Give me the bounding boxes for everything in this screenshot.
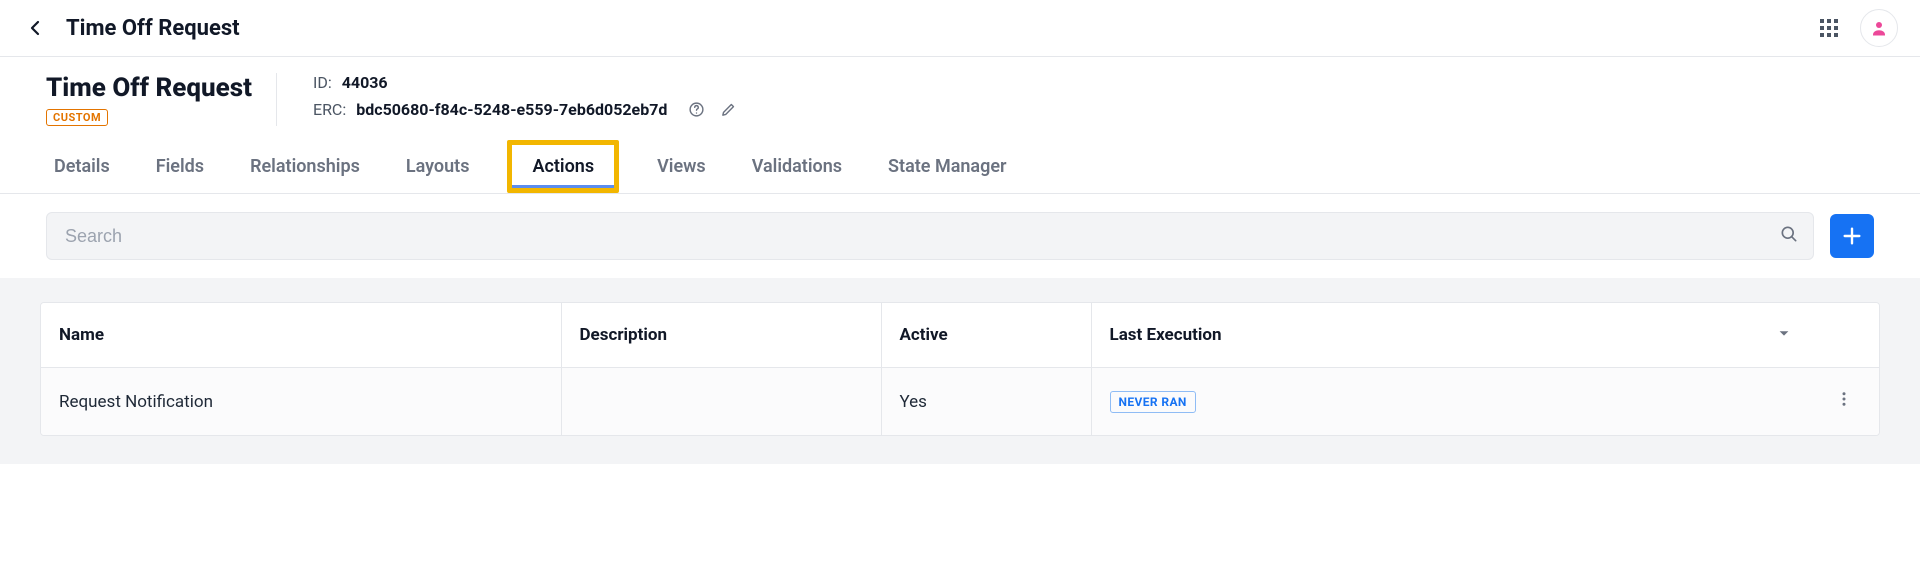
add-button[interactable] (1830, 214, 1874, 258)
meta-erc-row: ERC: bdc50680-f84c-5248-e559-7eb6d052eb7… (313, 100, 737, 119)
content-area: Name Description Active Last Execution (0, 278, 1920, 464)
search-icon (1779, 224, 1799, 248)
user-avatar[interactable] (1860, 9, 1898, 47)
pencil-icon (720, 101, 737, 118)
grid-icon (1819, 18, 1839, 38)
row-active: Yes (881, 368, 1091, 436)
plus-icon (1841, 225, 1863, 247)
object-title: Time Off Request (46, 73, 252, 103)
table-row[interactable]: Request Notification Yes NEVER RAN (41, 368, 1879, 436)
user-icon (1870, 19, 1888, 37)
actions-table: Name Description Active Last Execution (40, 302, 1880, 436)
row-menu-button[interactable] (1835, 390, 1853, 408)
erc-label: ERC: (313, 100, 346, 119)
help-button[interactable] (687, 101, 705, 119)
kebab-icon (1835, 390, 1853, 408)
edit-erc-button[interactable] (719, 101, 737, 119)
tab-details[interactable]: Details (46, 140, 118, 193)
erc-value: bdc50680-f84c-5248-e559-7eb6d052eb7d (356, 100, 667, 119)
tabs: Details Fields Relationships Layouts Act… (0, 140, 1920, 194)
meta-id-row: ID: 44036 (313, 73, 737, 92)
erc-icons (687, 101, 737, 119)
id-label: ID: (313, 73, 332, 92)
tab-state-manager[interactable]: State Manager (880, 140, 1014, 193)
col-header-menu (1809, 303, 1879, 368)
page-title: Time Off Request (66, 16, 240, 41)
tab-actions[interactable]: Actions (507, 140, 619, 193)
search-row (0, 194, 1920, 278)
object-header: Time Off Request CUSTOM ID: 44036 ERC: b… (0, 57, 1920, 140)
table-header-row: Name Description Active Last Execution (41, 303, 1879, 368)
col-header-description[interactable]: Description (561, 303, 881, 368)
sort-caret[interactable] (1777, 325, 1791, 345)
help-circle-icon (688, 101, 705, 118)
search-input[interactable] (65, 226, 1765, 247)
tab-layouts[interactable]: Layouts (398, 140, 478, 193)
back-button[interactable] (22, 14, 50, 42)
custom-badge: CUSTOM (46, 109, 108, 126)
topbar-left: Time Off Request (22, 14, 240, 42)
row-last-execution: NEVER RAN (1091, 368, 1809, 436)
tab-views[interactable]: Views (649, 140, 714, 193)
topbar-right (1818, 9, 1898, 47)
tab-relationships[interactable]: Relationships (242, 140, 368, 193)
caret-down-icon (1777, 326, 1791, 340)
col-header-name[interactable]: Name (41, 303, 561, 368)
row-description (561, 368, 881, 436)
status-badge: NEVER RAN (1110, 391, 1196, 413)
row-name: Request Notification (41, 368, 561, 436)
topbar: Time Off Request (0, 0, 1920, 56)
search-box[interactable] (46, 212, 1814, 260)
row-menu-cell (1809, 368, 1879, 436)
object-title-block: Time Off Request CUSTOM (46, 73, 277, 126)
tab-validations[interactable]: Validations (744, 140, 850, 193)
chevron-left-icon (28, 20, 44, 36)
col-header-last-execution-label: Last Execution (1110, 325, 1222, 345)
apps-menu-button[interactable] (1818, 17, 1840, 39)
tab-fields[interactable]: Fields (148, 140, 212, 193)
col-header-active[interactable]: Active (881, 303, 1091, 368)
col-header-last-execution[interactable]: Last Execution (1091, 303, 1809, 368)
id-value: 44036 (342, 73, 388, 92)
object-meta: ID: 44036 ERC: bdc50680-f84c-5248-e559-7… (309, 73, 737, 119)
